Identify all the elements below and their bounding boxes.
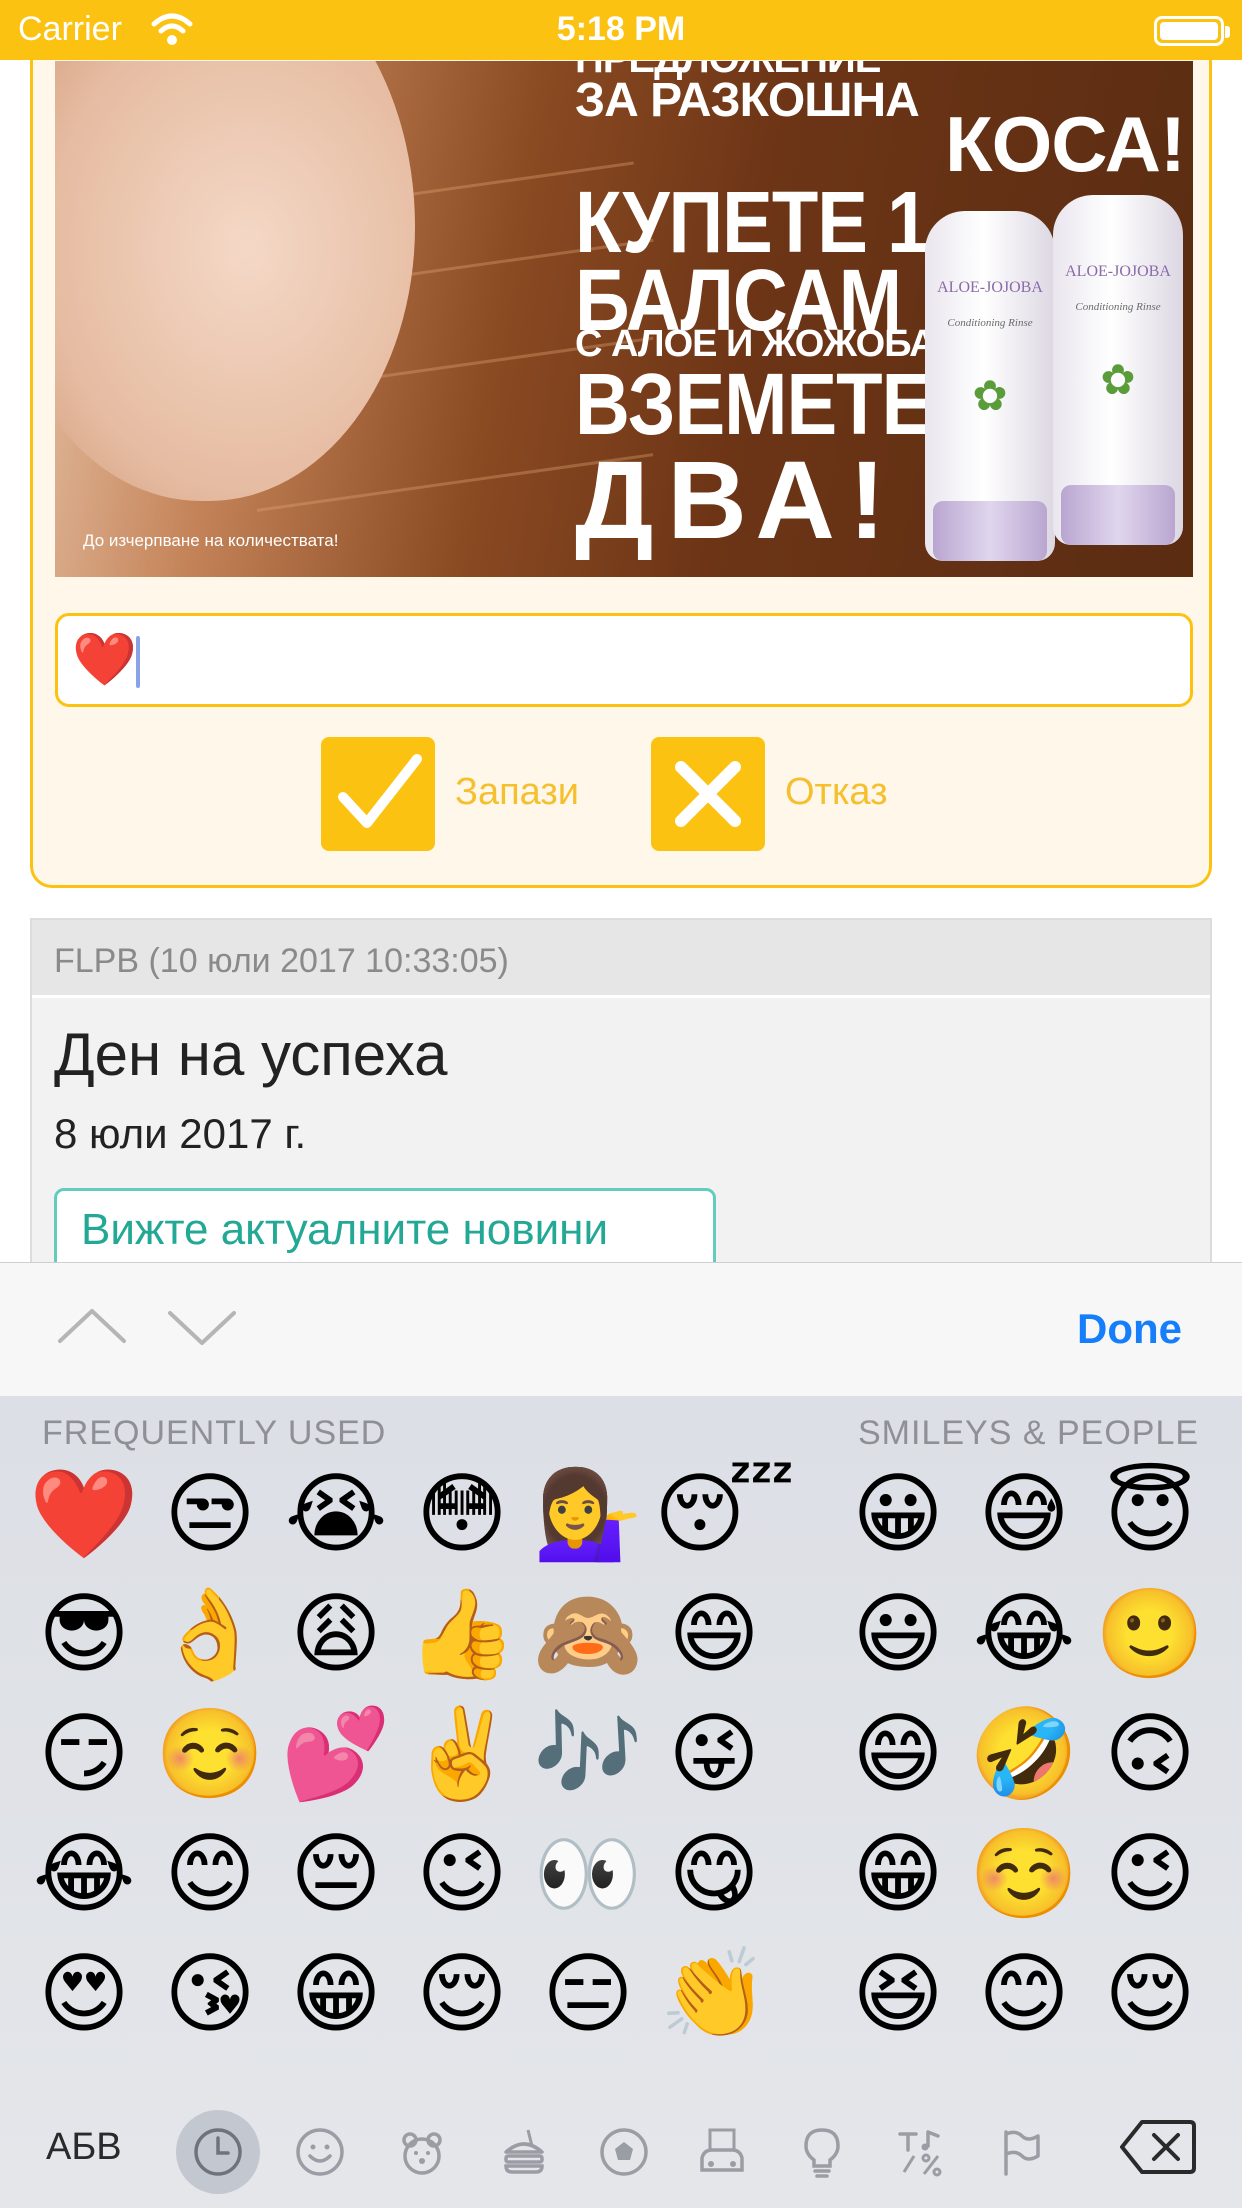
cancel-label: Отказ: [785, 771, 888, 813]
battery-icon: [1154, 16, 1230, 46]
emoji-key[interactable]: 😂: [24, 1814, 144, 1934]
product-name: ALOE-JOJOBA: [937, 279, 1043, 296]
emoji-key[interactable]: ✌️: [402, 1694, 522, 1814]
aloe-plant-icon: ✿: [972, 372, 1008, 419]
product-subtitle: Conditioning Rinse: [947, 317, 1033, 329]
activity-icon[interactable]: [582, 2110, 666, 2194]
emoji-key[interactable]: 😆: [838, 1934, 958, 2054]
emoji-key[interactable]: 💕: [276, 1694, 396, 1814]
emoji-key[interactable]: 😔: [276, 1814, 396, 1934]
emoji-key[interactable]: 😌: [1090, 1934, 1210, 2054]
emoji-key[interactable]: 👏: [654, 1934, 774, 2054]
animals-icon[interactable]: [380, 2110, 464, 2194]
keyboard-bottom-bar: АБВ: [0, 2096, 1242, 2208]
emoji-key[interactable]: 😴: [654, 1454, 795, 1574]
chevron-down-icon[interactable]: [162, 1297, 242, 1357]
emoji-key[interactable]: 😇: [1090, 1454, 1210, 1574]
emoji-key[interactable]: ☺️: [150, 1694, 270, 1814]
flags-icon[interactable]: [978, 2110, 1062, 2194]
emoji-key[interactable]: 😅: [964, 1454, 1084, 1574]
symbols-icon[interactable]: [878, 2110, 962, 2194]
news-title: Ден на успеха: [54, 1021, 448, 1088]
emoji-key[interactable]: 😄: [838, 1694, 958, 1814]
emoji-key[interactable]: 😒: [150, 1454, 270, 1574]
keyboard-toolbar: Done: [0, 1262, 1242, 1396]
emoji-key[interactable]: 😃: [838, 1574, 958, 1694]
text-caret: [136, 636, 140, 688]
emoji-key[interactable]: 👍: [402, 1574, 522, 1694]
banner-offer-5: ДВА!: [575, 439, 900, 562]
done-button[interactable]: Done: [1077, 1305, 1182, 1353]
emoji-key[interactable]: 😍: [24, 1934, 144, 2054]
emoji-key[interactable]: 🙃: [1090, 1694, 1210, 1814]
emoji-key[interactable]: 😏: [24, 1694, 144, 1814]
promo-banner-image: ПРЕДЛОЖЕНИЕ ЗА РАЗКОШНА КОСА! КУПЕТЕ 1 Б…: [55, 61, 1193, 577]
comment-edit-panel: ПРЕДЛОЖЕНИЕ ЗА РАЗКОШНА КОСА! КУПЕТЕ 1 Б…: [30, 20, 1212, 888]
banner-headline-3: КОСА!: [945, 100, 1186, 188]
comment-input-value: ❤️: [72, 631, 137, 689]
emoji-key[interactable]: 😁: [838, 1814, 958, 1934]
emoji-key[interactable]: 😉: [402, 1814, 522, 1934]
section-smileys-people: SMILEYS & PEOPLE: [858, 1414, 1200, 1452]
emoji-key[interactable]: ❤️: [24, 1454, 144, 1574]
emoji-key[interactable]: 😩: [276, 1574, 396, 1694]
product-bottle: ALOE-JOJOBA Conditioning Rinse ✿: [925, 211, 1055, 561]
emoji-key[interactable]: ☺️: [964, 1814, 1084, 1934]
news-date: 8 юли 2017 г.: [54, 1110, 307, 1157]
emoji-key[interactable]: 🙂: [1090, 1574, 1210, 1694]
recent-icon[interactable]: [176, 2110, 260, 2194]
comment-input[interactable]: ❤️: [55, 613, 1193, 707]
screen: ПРЕДЛОЖЕНИЕ ЗА РАЗКОШНА КОСА! КУПЕТЕ 1 Б…: [0, 0, 1242, 2208]
checkmark-icon: [321, 737, 435, 851]
backspace-icon[interactable]: [1120, 2118, 1196, 2176]
emoji-key[interactable]: 🙈: [528, 1574, 648, 1694]
objects-icon[interactable]: [780, 2110, 864, 2194]
emoji-key[interactable]: 😁: [276, 1934, 396, 2054]
emoji-key[interactable]: 😉: [1090, 1814, 1210, 1934]
section-frequently-used: FREQUENTLY USED: [42, 1414, 387, 1452]
travel-icon[interactable]: [680, 2110, 764, 2194]
emoji-key[interactable]: 😑: [528, 1934, 648, 2054]
emoji-key[interactable]: 🎶: [528, 1694, 648, 1814]
abc-keyboard-switch[interactable]: АБВ: [46, 2126, 122, 2169]
emoji-key[interactable]: 😘: [150, 1934, 270, 2054]
emoji-key[interactable]: 👀: [528, 1814, 648, 1934]
emoji-key[interactable]: 😂: [964, 1574, 1084, 1694]
view-news-button[interactable]: Вижте актуалните новини: [54, 1188, 716, 1272]
product-subtitle: Conditioning Rinse: [1075, 301, 1161, 313]
product-bottle: ALOE-JOJOBA Conditioning Rinse ✿: [1053, 195, 1183, 545]
emoji-key[interactable]: 😀: [838, 1454, 958, 1574]
model-face: [55, 61, 415, 501]
emoji-key[interactable]: 🤣: [964, 1694, 1084, 1814]
emoji-key[interactable]: 😭: [276, 1454, 396, 1574]
save-label: Запази: [455, 771, 580, 813]
emoji-key[interactable]: 😊: [964, 1934, 1084, 2054]
emoji-key[interactable]: 👌: [150, 1574, 270, 1694]
status-time: 5:18 PM: [556, 10, 686, 48]
smileys-icon[interactable]: [278, 2110, 362, 2194]
emoji-key[interactable]: 😎: [24, 1574, 144, 1694]
food-icon[interactable]: [482, 2110, 566, 2194]
emoji-key[interactable]: 💁‍♀️: [528, 1454, 648, 1574]
emoji-key[interactable]: 😌: [402, 1934, 522, 2054]
product-name: ALOE-JOJOBA: [1065, 263, 1171, 280]
news-author-date: FLPB (10 юли 2017 10:33:05): [54, 942, 509, 980]
news-meta: FLPB (10 юли 2017 10:33:05): [32, 920, 1210, 998]
emoji-key[interactable]: 😊: [150, 1814, 270, 1934]
banner-footnote: До изчерпване на количествата!: [83, 531, 339, 550]
emoji-key[interactable]: 😜: [654, 1694, 774, 1814]
emoji-key[interactable]: 😄: [654, 1574, 774, 1694]
emoji-keyboard: FREQUENTLY USED SMILEYS & PEOPLE ❤️ 😒 😭 😳 💁‍…: [0, 1396, 1242, 2208]
aloe-plant-icon: ✿: [1100, 356, 1136, 403]
emoji-key[interactable]: 😳: [402, 1454, 522, 1574]
close-icon: [651, 737, 765, 851]
status-bar: Carrier 5:18 PM: [0, 0, 1242, 60]
chevron-up-icon[interactable]: [52, 1297, 132, 1357]
emoji-key[interactable]: 😋: [654, 1814, 774, 1934]
banner-headline-2: ЗА РАЗКОШНА: [575, 74, 920, 127]
